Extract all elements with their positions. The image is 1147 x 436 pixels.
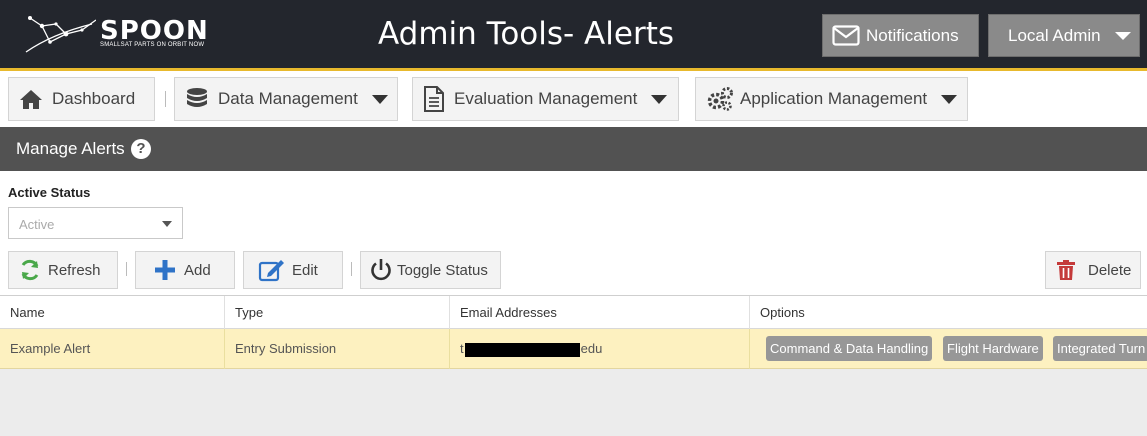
constellation-logo-icon bbox=[25, 16, 97, 53]
refresh-icon bbox=[21, 259, 39, 281]
add-label: Add bbox=[184, 261, 211, 279]
chevron-down-icon bbox=[371, 94, 388, 104]
nav-evaluation-management-label: Evaluation Management bbox=[454, 89, 638, 108]
database-icon bbox=[187, 88, 207, 107]
nav-dashboard-label: Dashboard bbox=[52, 89, 136, 108]
chevron-down-icon bbox=[651, 94, 668, 104]
edit-button[interactable]: Edit bbox=[243, 251, 343, 289]
toolbar-divider bbox=[126, 262, 127, 276]
nav-dashboard[interactable]: Dashboard bbox=[8, 77, 155, 121]
user-menu-button[interactable]: Local Admin bbox=[988, 14, 1140, 57]
alerts-grid: Name Type Email Addresses Options Exampl… bbox=[0, 295, 1147, 436]
notifications-label: Notifications bbox=[866, 25, 959, 45]
chevron-down-icon bbox=[941, 94, 958, 104]
document-icon bbox=[424, 86, 444, 112]
redacted-email bbox=[464, 342, 580, 357]
grid-header: Name Type Email Addresses Options bbox=[0, 296, 1147, 329]
page-title: Admin Tools- Alerts bbox=[378, 16, 674, 52]
column-header-email[interactable]: Email Addresses bbox=[450, 296, 750, 329]
toggle-status-label: Toggle Status bbox=[397, 261, 488, 279]
chevron-down-icon bbox=[1114, 31, 1131, 40]
nav-divider bbox=[165, 91, 166, 107]
top-header: SPOON SMALLSAT PARTS ON ORBIT NOW Admin … bbox=[0, 0, 1147, 68]
spoon-logo[interactable]: SPOON SMALLSAT PARTS ON ORBIT NOW bbox=[22, 12, 222, 60]
alert-type-cell: Entry Submission bbox=[225, 329, 450, 369]
refresh-button[interactable]: Refresh bbox=[8, 251, 118, 289]
section-header: Manage Alerts ? bbox=[0, 127, 1147, 171]
toggle-status-button[interactable]: Toggle Status bbox=[360, 251, 501, 289]
gears-icon bbox=[707, 87, 733, 111]
edit-label: Edit bbox=[292, 261, 318, 279]
option-tag: Command & Data Handling bbox=[766, 336, 933, 361]
help-icon[interactable]: ? bbox=[131, 139, 151, 159]
toolbar-divider bbox=[351, 262, 352, 276]
alert-email-cell: t edu bbox=[450, 329, 750, 369]
table-row[interactable]: Example Alert Entry Submission t edu Comm… bbox=[0, 329, 1147, 369]
column-header-type[interactable]: Type bbox=[225, 296, 450, 329]
option-tag: Flight Hardware bbox=[943, 336, 1043, 361]
plus-icon bbox=[155, 260, 175, 280]
nav-application-management[interactable]: Application Management bbox=[695, 77, 968, 121]
column-header-name[interactable]: Name bbox=[0, 296, 225, 329]
edit-icon bbox=[258, 260, 284, 282]
alert-options-cell: Command & Data Handling Flight Hardware … bbox=[750, 329, 1147, 369]
column-header-options[interactable]: Options bbox=[750, 296, 1147, 329]
active-status-value: Active bbox=[19, 217, 55, 232]
user-menu-label: Local Admin bbox=[1008, 25, 1101, 45]
add-button[interactable]: Add bbox=[135, 251, 235, 289]
nav-evaluation-management[interactable]: Evaluation Management bbox=[412, 77, 679, 121]
power-icon bbox=[371, 259, 391, 281]
nav-data-management[interactable]: Data Management bbox=[174, 77, 398, 121]
logo-tagline: SMALLSAT PARTS ON ORBIT NOW bbox=[100, 42, 205, 48]
notifications-button[interactable]: Notifications bbox=[822, 14, 979, 57]
section-title: Manage Alerts bbox=[16, 139, 125, 158]
email-prefix: t bbox=[460, 341, 464, 356]
option-tag: Integrated Turn bbox=[1053, 336, 1147, 361]
header-accent-line bbox=[0, 68, 1147, 71]
active-status-select[interactable]: Active bbox=[8, 207, 183, 239]
refresh-label: Refresh bbox=[48, 261, 101, 279]
alert-name-cell: Example Alert bbox=[0, 329, 225, 369]
nav-data-management-label: Data Management bbox=[218, 89, 358, 108]
delete-button[interactable]: Delete bbox=[1045, 251, 1141, 289]
email-suffix: edu bbox=[580, 341, 603, 356]
nav-application-management-label: Application Management bbox=[740, 89, 928, 108]
envelope-icon bbox=[832, 25, 860, 46]
chevron-down-icon bbox=[162, 221, 172, 227]
delete-label: Delete bbox=[1088, 261, 1132, 279]
active-status-label: Active Status bbox=[8, 185, 91, 200]
home-icon bbox=[20, 90, 42, 109]
trash-icon bbox=[1057, 260, 1075, 280]
